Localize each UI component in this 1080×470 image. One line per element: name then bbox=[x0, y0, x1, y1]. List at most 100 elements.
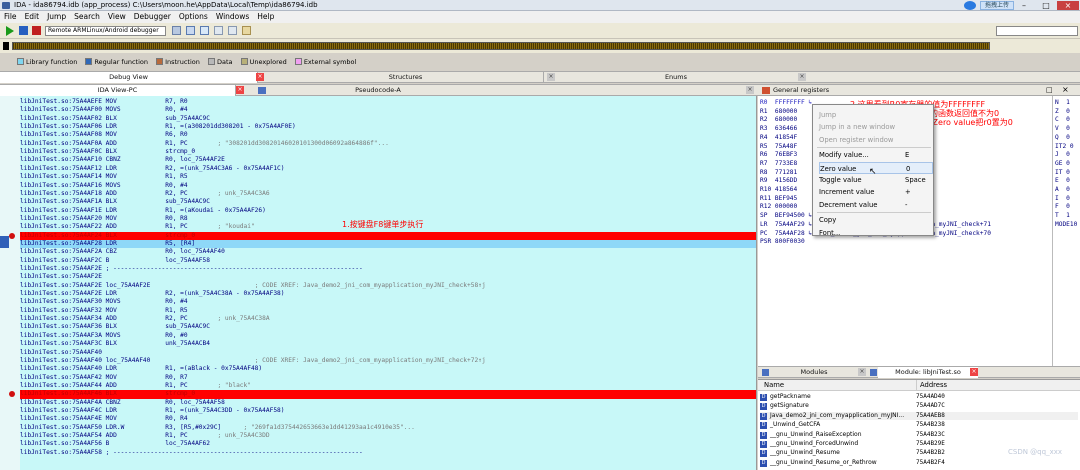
code-line[interactable]: libJniTest.so:75A4AF42 MOV R0, R7 bbox=[20, 374, 756, 382]
module-function-row[interactable]: D __gnu_Unwind_RaiseException 75A4B23C bbox=[760, 431, 1078, 439]
step-into-icon[interactable] bbox=[186, 26, 195, 35]
tab-pseudocode[interactable]: Pseudocode-A bbox=[268, 85, 488, 96]
code-line[interactable]: libJniTest.so:75A4AF58 ; ---------------… bbox=[20, 449, 756, 457]
module-function-row[interactable]: D __gnu_Unwind_Resume_or_Rethrow 75A4B2F4 bbox=[760, 459, 1078, 467]
code-line[interactable]: libJniTest.so:75A4AF00 MOVS R0, #4 bbox=[20, 106, 756, 114]
run-to-cursor-icon[interactable] bbox=[214, 26, 223, 35]
navigation-band[interactable] bbox=[0, 39, 1080, 53]
column-address[interactable]: Address bbox=[916, 380, 947, 391]
close-tab-icon[interactable]: × bbox=[858, 368, 866, 376]
jump-combo[interactable] bbox=[996, 26, 1078, 36]
code-line[interactable]: libJniTest.so:75A4AF4C LDR R1, =(unk_75A… bbox=[20, 407, 756, 415]
attach-icon[interactable] bbox=[172, 26, 181, 35]
menu-help[interactable]: Help bbox=[253, 11, 278, 23]
module-functions-list[interactable]: Name Address DgetPackname 75A4AD40 DgetSig… bbox=[758, 379, 1080, 470]
code-line[interactable]: libJniTest.so:75A4AF2C B loc_75A4AF58 bbox=[20, 257, 756, 265]
code-line[interactable]: libJniTest.so:75A4AF08 MOV R6, R0 bbox=[20, 131, 756, 139]
menu-search[interactable]: Search bbox=[70, 11, 104, 23]
close-window-button[interactable]: × bbox=[1057, 1, 1079, 10]
tab-enums[interactable]: Enums bbox=[556, 72, 796, 83]
code-line[interactable]: libJniTest.so:75A4AF1A BLX sub_75A4AC9C bbox=[20, 198, 756, 206]
code-line[interactable]: libJniTest.so:75A4AF34 ADD R2, PC ; unk_… bbox=[20, 315, 756, 323]
code-line[interactable]: libJniTest.so:75A4AF2E bbox=[20, 273, 756, 281]
tab-modules[interactable]: Modules bbox=[770, 367, 858, 378]
code-line[interactable]: libJniTest.so:75A4AF02 BLX sub_75A4AC9C bbox=[20, 115, 756, 123]
flag-row[interactable]: J 0 bbox=[1055, 151, 1080, 160]
flag-row[interactable]: F 0 bbox=[1055, 203, 1080, 212]
tab-module-libjnitest[interactable]: Module: libJniTest.so bbox=[878, 367, 978, 378]
tab-general-registers[interactable]: General registers bbox=[770, 85, 840, 96]
step-over-icon[interactable] bbox=[200, 26, 209, 35]
debugger-select[interactable]: Remote ARMLinux/Android debugger bbox=[45, 26, 166, 36]
maximize-button[interactable]: □ bbox=[1035, 1, 1057, 10]
flag-row[interactable]: C 0 bbox=[1055, 116, 1080, 125]
disassembly-view[interactable]: libJniTest.so:75A4AEFE MOV R7, R0 libJniT… bbox=[0, 96, 757, 470]
code-line[interactable]: libJniTest.so:75A4AEFE MOV R7, R0 bbox=[20, 98, 756, 106]
menu-file[interactable]: File bbox=[0, 11, 21, 23]
code-line[interactable]: libJniTest.so:75A4AF56 B loc_75A4AF62 bbox=[20, 440, 756, 448]
column-name[interactable]: Name bbox=[764, 380, 784, 391]
menu-jump[interactable]: Jump bbox=[43, 11, 70, 23]
breakpoint-gutter[interactable] bbox=[0, 96, 20, 470]
step-out-icon[interactable] bbox=[228, 26, 237, 35]
code-line[interactable]: libJniTest.so:75A4AF14 MOV R1, R5 bbox=[20, 173, 756, 181]
code-line[interactable]: libJniTest.so:75A4AF18 ADD R2, PC ; unk_… bbox=[20, 190, 756, 198]
code-line[interactable]: libJniTest.so:75A4AF32 MOV R1, R5 bbox=[20, 307, 756, 315]
code-line[interactable]: libJniTest.so:75A4AF44 ADD R1, PC ; "bla… bbox=[20, 382, 756, 390]
close-tab-icon[interactable]: × bbox=[547, 73, 555, 81]
code-line[interactable]: libJniTest.so:75A4AF40 LDR R1, =(aBlack … bbox=[20, 365, 756, 373]
menu-item-modify-value[interactable]: Modify value... E bbox=[819, 149, 933, 161]
flag-row[interactable]: E 0 bbox=[1055, 177, 1080, 186]
menu-view[interactable]: View bbox=[104, 11, 130, 23]
close-tab-icon[interactable]: × bbox=[798, 73, 806, 81]
code-line[interactable]: libJniTest.so:75A4AF06 LDR R1, =(a308201… bbox=[20, 123, 756, 131]
flag-row[interactable]: Z 0 bbox=[1055, 108, 1080, 117]
module-function-row[interactable]: D Java_demo2_jni_com_myapplication_myJNI.… bbox=[760, 411, 1078, 421]
cloud-icon[interactable] bbox=[964, 1, 976, 10]
current-instruction-line[interactable]: libJniTest.so:75A4AF28 LDR R5, [R4] bbox=[20, 239, 756, 249]
code-line[interactable]: libJniTest.so:75A4AF40 loc_75A4AF40 ; CO… bbox=[20, 357, 756, 365]
code-line[interactable]: libJniTest.so:75A4AF2E ; ---------------… bbox=[20, 265, 756, 273]
run-icon[interactable] bbox=[6, 26, 14, 36]
menu-item-increment-value[interactable]: Increment value + bbox=[819, 186, 933, 198]
flag-row[interactable]: T 1 bbox=[1055, 212, 1080, 221]
tab-structures[interactable]: Structures bbox=[268, 72, 544, 83]
close-tab-icon[interactable]: × bbox=[256, 73, 264, 81]
close-tab-icon[interactable]: × bbox=[236, 86, 244, 94]
stop-icon[interactable] bbox=[32, 26, 41, 35]
menu-windows[interactable]: Windows bbox=[212, 11, 253, 23]
code-line[interactable]: libJniTest.so:75A4AF30 MOVS R0, #4 bbox=[20, 298, 756, 306]
flag-row[interactable]: IT2 0 bbox=[1055, 143, 1080, 152]
code-line[interactable]: libJniTest.so:75A4AF4A CBNZ R0, loc_75A4… bbox=[20, 399, 756, 407]
minimize-button[interactable]: – bbox=[1013, 1, 1035, 10]
close-pane-icon[interactable]: × bbox=[1062, 85, 1069, 94]
flag-row[interactable]: MODE10 bbox=[1055, 221, 1080, 230]
code-line[interactable]: libJniTest.so:75A4AF36 BLX sub_75A4AC9C bbox=[20, 323, 756, 331]
breakpoint-icon[interactable] bbox=[9, 232, 15, 239]
code-line[interactable]: libJniTest.so:75A4AF3A MOVS R0, #0 bbox=[20, 332, 756, 340]
flag-row[interactable]: A 0 bbox=[1055, 186, 1080, 195]
code-line[interactable]: libJniTest.so:75A4AF4E MOV R0, R4 bbox=[20, 415, 756, 423]
menu-item-font[interactable]: Font... bbox=[819, 227, 933, 239]
tab-ida-view-pc[interactable]: IDA View-PC bbox=[0, 85, 236, 96]
code-line[interactable]: libJniTest.so:75A4AF40 bbox=[20, 349, 756, 357]
flag-row[interactable]: Q 0 bbox=[1055, 134, 1080, 143]
code-line[interactable]: libJniTest.so:75A4AF54 ADD R1, PC ; unk_… bbox=[20, 432, 756, 440]
register-row[interactable]: PSR 800F0030 bbox=[760, 238, 1052, 247]
close-tab-icon[interactable]: × bbox=[970, 368, 978, 376]
nav-stripes[interactable] bbox=[12, 42, 990, 50]
code-line[interactable]: libJniTest.so:75A4AF3C BLX unk_75A4ACB4 bbox=[20, 340, 756, 348]
code-line[interactable]: libJniTest.so:75A4AF1E LDR R1, =(aKoudai… bbox=[20, 207, 756, 215]
tab-debug-view[interactable]: Debug View bbox=[0, 72, 258, 83]
code-line[interactable]: libJniTest.so:75A4AF12 LDR R2, =(unk_75A… bbox=[20, 165, 756, 173]
module-function-row[interactable]: DgetPackname 75A4AD40 bbox=[760, 393, 1078, 401]
module-function-row[interactable]: DgetSignature 75A4AD7C bbox=[760, 402, 1078, 411]
code-line[interactable]: libJniTest.so:75A4AF2E loc_75A4AF2E ; CO… bbox=[20, 282, 756, 290]
code-line[interactable]: libJniTest.so:75A4AF0A ADD R1, PC ; "308… bbox=[20, 140, 756, 148]
code-line[interactable]: libJniTest.so:75A4AF16 MOVS R0, #4 bbox=[20, 182, 756, 190]
flag-row[interactable]: I 0 bbox=[1055, 195, 1080, 204]
breakpoint-line[interactable]: libJniTest.so:75A4AF46 BLX strcmp_0 bbox=[20, 390, 756, 399]
menu-edit[interactable]: Edit bbox=[21, 11, 44, 23]
flag-row[interactable]: GE 0 bbox=[1055, 160, 1080, 169]
pause-icon[interactable] bbox=[19, 26, 28, 35]
